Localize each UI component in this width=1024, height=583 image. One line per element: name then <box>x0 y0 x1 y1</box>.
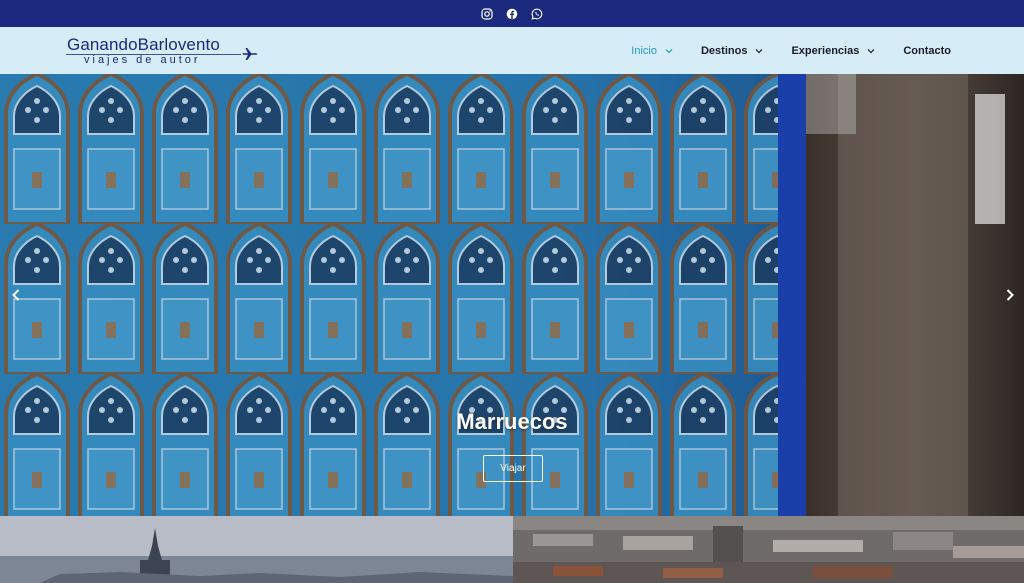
airplane-icon <box>242 48 258 60</box>
logo-tagline: viajes de autor <box>84 54 201 66</box>
nav-item-experiencias[interactable]: Experiencias <box>791 45 875 57</box>
facebook-icon[interactable] <box>506 8 518 20</box>
chevron-left-icon[interactable] <box>9 288 23 302</box>
social-bar <box>0 0 1024 27</box>
main-nav: Inicio Destinos Experiencias Contacto <box>603 27 951 74</box>
city-rooftops-photo <box>513 516 1024 583</box>
hero-slider: Marruecos Viajar <box>0 74 1024 516</box>
logo-title: GanandoBarlovento <box>67 35 220 54</box>
nav-item-label: Contacto <box>903 44 951 57</box>
instagram-icon[interactable] <box>481 7 493 20</box>
city-cathedral-photo <box>0 516 513 583</box>
chevron-down-icon <box>756 48 763 53</box>
site-header: GanandoBarlovento viajes de autor Inicio… <box>0 27 1024 74</box>
destination-tile[interactable] <box>513 516 1024 583</box>
hero-background-photo <box>0 74 1024 516</box>
whatsapp-icon[interactable] <box>531 8 543 20</box>
nav-item-label: Destinos <box>700 44 748 57</box>
nav-item-label: Inicio <box>631 44 657 57</box>
chevron-down-icon <box>867 48 875 53</box>
nav-item-contacto[interactable]: Contacto <box>903 45 951 57</box>
nav-item-label: Experiencias <box>791 44 860 57</box>
nav-item-destinos[interactable]: Destinos <box>701 45 763 57</box>
chevron-down-icon <box>665 48 673 53</box>
viajar-button[interactable]: Viajar <box>483 455 543 482</box>
hero-title: Marruecos <box>456 409 568 434</box>
site-logo[interactable]: GanandoBarlovento viajes de autor <box>66 34 266 68</box>
chevron-right-icon[interactable] <box>1003 288 1017 302</box>
destination-tile[interactable] <box>0 516 513 583</box>
nav-item-inicio[interactable]: Inicio <box>631 45 673 57</box>
